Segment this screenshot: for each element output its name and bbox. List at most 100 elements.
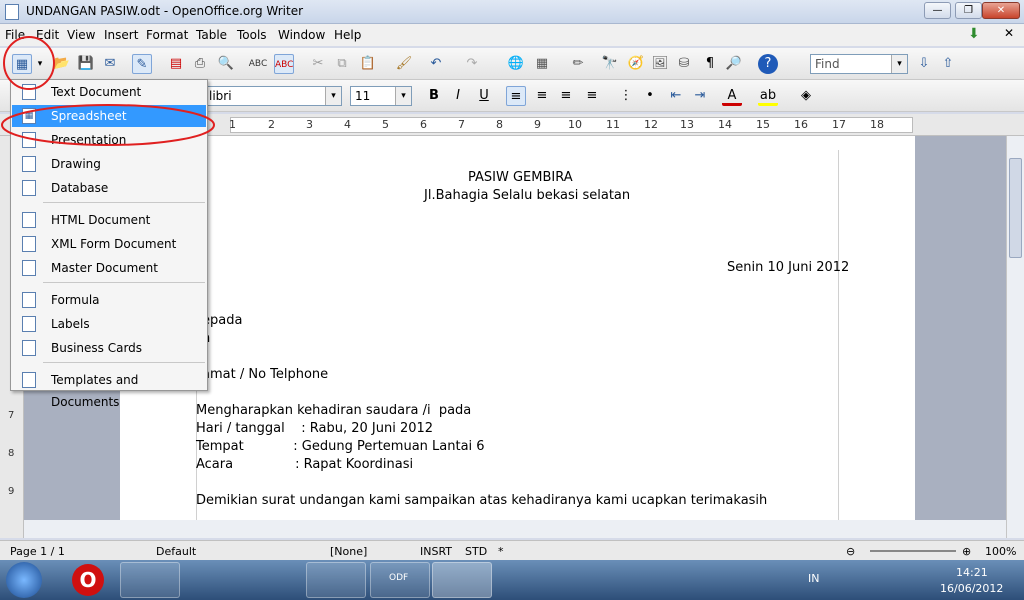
save-icon[interactable]: 💾 bbox=[76, 54, 96, 74]
scroll-thumb[interactable] bbox=[1009, 158, 1022, 258]
firefox-icon[interactable] bbox=[306, 562, 366, 598]
font-color-icon[interactable]: A bbox=[722, 86, 742, 106]
odf-document-icon[interactable]: ODF bbox=[370, 562, 430, 598]
copy-icon[interactable]: ⧉ bbox=[332, 54, 352, 74]
italic-icon[interactable]: I bbox=[448, 86, 468, 106]
update-icon[interactable]: ⬇ bbox=[968, 26, 980, 42]
email-icon[interactable]: ✉ bbox=[100, 54, 120, 74]
menu-item-spreadsheet[interactable]: ▦ Spreadsheet bbox=[12, 105, 206, 127]
clock-date[interactable]: 16/06/2012 bbox=[940, 582, 1003, 595]
bullets-icon[interactable]: • bbox=[640, 86, 660, 106]
help-icon[interactable]: ? bbox=[758, 54, 778, 74]
menu-item-formula[interactable]: Formula bbox=[12, 289, 206, 311]
edit-file-icon[interactable]: ✎ bbox=[132, 54, 152, 74]
menu-item-master-document[interactable]: Master Document bbox=[12, 257, 206, 279]
minimize-button[interactable]: — bbox=[924, 2, 951, 19]
table-icon[interactable]: ▦ bbox=[532, 54, 552, 74]
nonprinting-characters-icon[interactable]: ¶ bbox=[700, 54, 720, 74]
media-player-icon[interactable] bbox=[184, 562, 244, 598]
explorer-taskbar-icon[interactable] bbox=[120, 562, 180, 598]
language-status[interactable]: [None] bbox=[330, 545, 367, 558]
print-icon[interactable]: ⎙ bbox=[190, 54, 210, 74]
menu-item-business-cards[interactable]: Business Cards bbox=[12, 337, 206, 359]
clock-time[interactable]: 14:21 bbox=[956, 566, 988, 579]
menu-file[interactable]: File bbox=[5, 28, 25, 42]
font-name-box[interactable]: libri ▾ bbox=[204, 86, 342, 106]
camera-app-icon[interactable] bbox=[246, 562, 306, 598]
menu-edit[interactable]: Edit bbox=[36, 28, 59, 42]
gallery-icon[interactable]: 🖼 bbox=[650, 54, 670, 74]
zoom-level[interactable]: 100% bbox=[985, 545, 1016, 558]
menu-format[interactable]: Format bbox=[146, 28, 188, 42]
show-draw-functions-icon[interactable]: ✏ bbox=[568, 54, 588, 74]
menu-item-labels[interactable]: Labels bbox=[12, 313, 206, 335]
spellcheck-icon[interactable]: ABC bbox=[248, 54, 268, 74]
export-pdf-icon[interactable]: ▤ bbox=[166, 54, 186, 74]
menu-help[interactable]: Help bbox=[334, 28, 361, 42]
presentation-icon bbox=[22, 132, 36, 148]
close-document-icon[interactable]: ✕ bbox=[1004, 26, 1014, 40]
maximize-button[interactable]: ❐ bbox=[955, 2, 982, 19]
menu-view[interactable]: View bbox=[67, 28, 95, 42]
vertical-scrollbar[interactable] bbox=[1006, 136, 1024, 538]
menu-item-templates[interactable]: Templates and Documents bbox=[12, 369, 206, 409]
find-dropdown-icon[interactable]: ▾ bbox=[891, 55, 907, 73]
clone-formatting-icon[interactable]: 🖌 bbox=[394, 54, 414, 74]
new-dropdown-arrow-icon[interactable]: ▾ bbox=[34, 54, 46, 74]
align-center-icon[interactable]: ≡ bbox=[532, 86, 552, 106]
background-color-icon[interactable]: ◈ bbox=[796, 86, 816, 106]
menu-tools[interactable]: Tools bbox=[237, 28, 267, 42]
font-size-box[interactable]: 11 ▾ bbox=[350, 86, 412, 106]
menu-item-presentation[interactable]: Presentation bbox=[12, 129, 206, 151]
font-name-dropdown-icon[interactable]: ▾ bbox=[325, 87, 341, 105]
bold-icon[interactable]: B bbox=[424, 86, 444, 106]
justify-icon[interactable]: ≡ bbox=[582, 86, 602, 106]
close-button[interactable]: ✕ bbox=[982, 2, 1020, 19]
data-sources-icon[interactable]: ⛁ bbox=[674, 54, 694, 74]
zoom-icon[interactable]: 🔎 bbox=[724, 54, 744, 74]
find-previous-icon[interactable]: ⇧ bbox=[938, 54, 958, 74]
redo-icon[interactable]: ↷ bbox=[462, 54, 482, 74]
highlight-icon[interactable]: ab bbox=[758, 86, 778, 106]
align-left-icon[interactable]: ≡ bbox=[506, 86, 526, 106]
zoom-slider[interactable] bbox=[870, 550, 956, 552]
menu-item-database[interactable]: Database bbox=[12, 177, 206, 199]
zoom-out-icon[interactable]: ⊖ bbox=[846, 545, 855, 558]
navigator-icon[interactable]: 🧭 bbox=[626, 54, 646, 74]
cut-icon[interactable]: ✂ bbox=[308, 54, 328, 74]
print-preview-icon[interactable]: 🔍 bbox=[216, 54, 236, 74]
menu-table[interactable]: Table bbox=[196, 28, 227, 42]
open-icon[interactable]: 📂 bbox=[52, 54, 72, 74]
horizontal-scrollbar[interactable] bbox=[24, 520, 1006, 538]
undo-icon[interactable]: ↶ bbox=[426, 54, 446, 74]
paste-icon[interactable]: 📋 bbox=[358, 54, 378, 74]
find-input[interactable]: Find ▾ bbox=[810, 54, 908, 74]
insert-mode[interactable]: INSRT bbox=[420, 545, 452, 558]
align-right-icon[interactable]: ≡ bbox=[556, 86, 576, 106]
menu-insert[interactable]: Insert bbox=[104, 28, 138, 42]
menu-item-drawing[interactable]: Drawing bbox=[12, 153, 206, 175]
writer-task-button[interactable] bbox=[432, 562, 492, 598]
hyperlink-icon[interactable]: 🌐 bbox=[506, 54, 526, 74]
numbering-icon[interactable]: ⋮ bbox=[616, 86, 636, 106]
menu-item-html-document[interactable]: HTML Document bbox=[12, 209, 206, 231]
org-address: Jl.Bahagia Selalu bekasi selatan bbox=[424, 188, 631, 203]
find-replace-icon[interactable]: 🔭 bbox=[600, 54, 620, 74]
start-button[interactable] bbox=[6, 562, 42, 598]
menu-item-xml-form[interactable]: XML Form Document bbox=[12, 233, 206, 255]
underline-icon[interactable]: U bbox=[474, 86, 494, 106]
keyboard-language[interactable]: IN bbox=[808, 572, 819, 585]
selection-mode[interactable]: STD bbox=[465, 545, 487, 558]
increase-indent-icon[interactable]: ⇥ bbox=[690, 86, 710, 106]
zoom-in-icon[interactable]: ⊕ bbox=[962, 545, 971, 558]
menu-item-text-document[interactable]: Text Document bbox=[12, 81, 206, 103]
menu-window[interactable]: Window bbox=[278, 28, 325, 42]
decrease-indent-icon[interactable]: ⇤ bbox=[666, 86, 686, 106]
page-style[interactable]: Default bbox=[156, 545, 196, 558]
autospellcheck-icon[interactable]: ABC bbox=[274, 54, 294, 74]
find-next-icon[interactable]: ⇩ bbox=[914, 54, 934, 74]
opera-icon[interactable]: O bbox=[72, 564, 104, 596]
font-size-dropdown-icon[interactable]: ▾ bbox=[395, 87, 411, 105]
org-name: PASIW GEMBIRA bbox=[468, 170, 573, 185]
new-document-icon[interactable]: ▦ bbox=[12, 54, 32, 74]
